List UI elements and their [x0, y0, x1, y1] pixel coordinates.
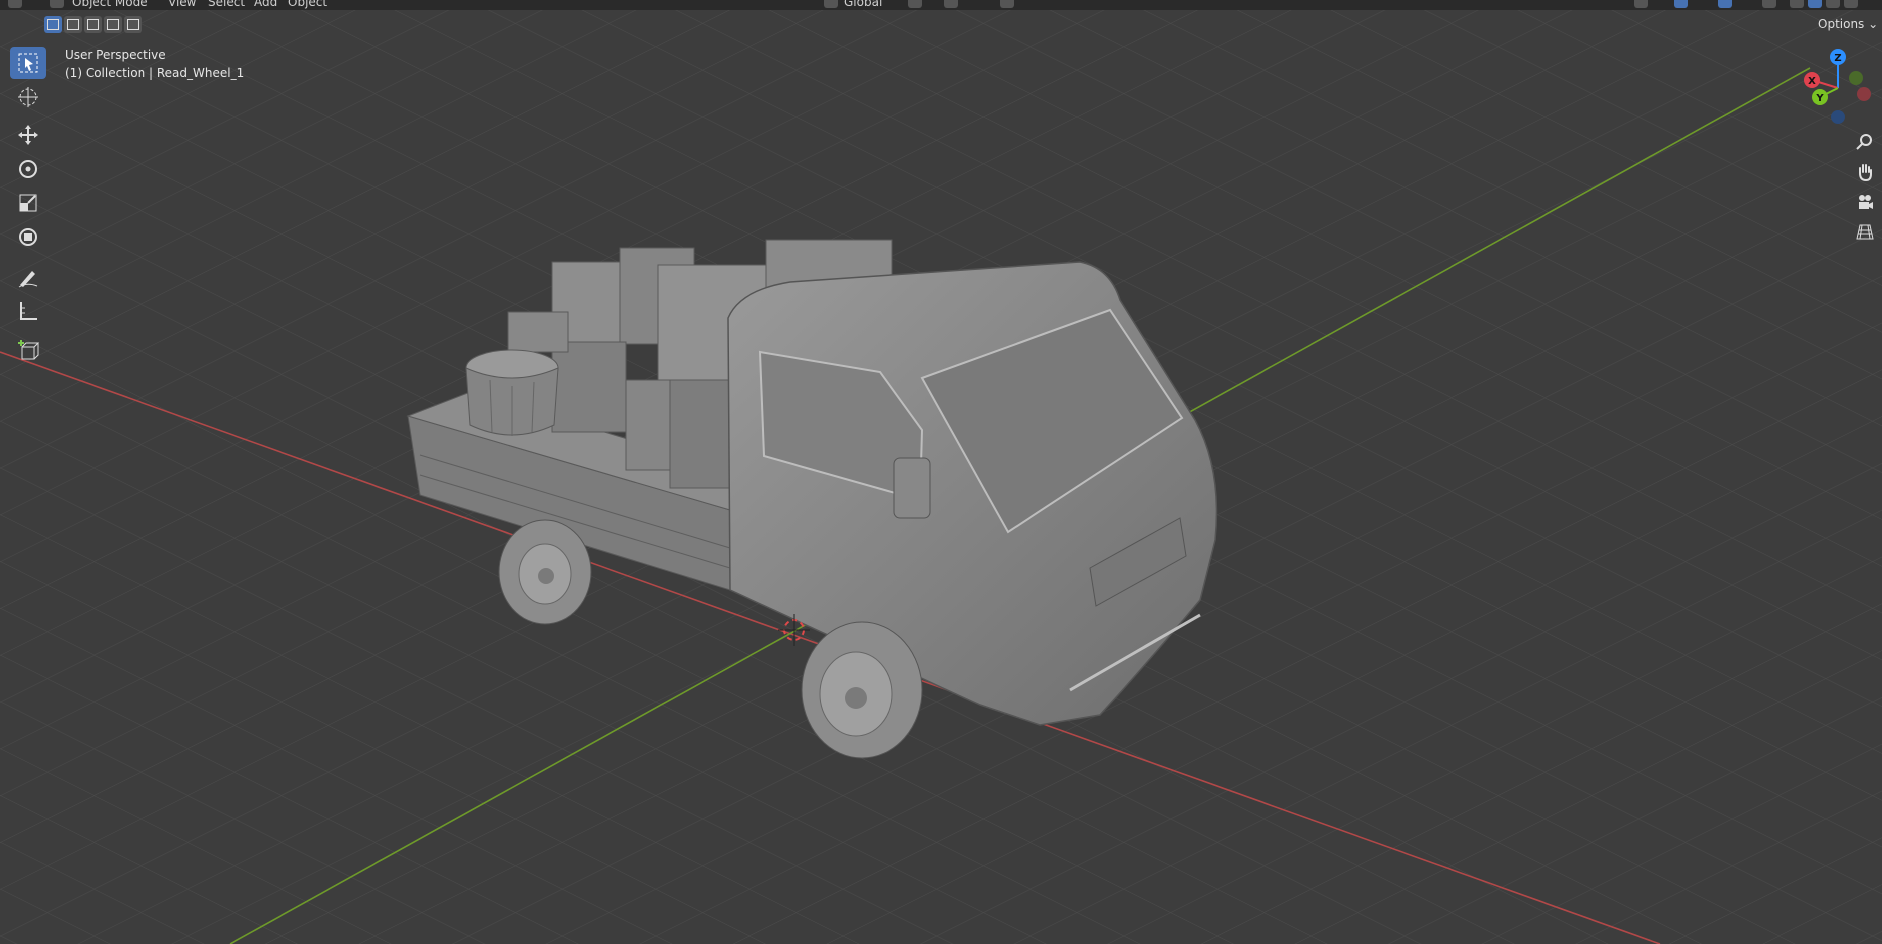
zoom-icon — [1856, 134, 1872, 150]
xray-icon[interactable] — [1762, 0, 1776, 8]
3d-viewport[interactable]: Z X Y — [0, 0, 1882, 944]
cursor-icon — [18, 87, 38, 107]
mode-icon — [50, 0, 64, 8]
pan-hand-icon — [1859, 164, 1872, 181]
select-box-icon — [18, 53, 38, 73]
collection-label: (1) Collection | Read_Wheel_1 — [65, 66, 245, 80]
measure-icon — [20, 302, 37, 320]
pivot-icon[interactable] — [908, 0, 922, 8]
rotate-tool[interactable] — [10, 153, 46, 185]
visibility-icon[interactable] — [1634, 0, 1648, 8]
shading-wireframe-icon[interactable] — [1790, 0, 1804, 8]
menu-object[interactable]: Object — [288, 0, 327, 9]
annotate-tool[interactable] — [10, 261, 46, 293]
options-dropdown[interactable]: Options ⌄ — [1818, 17, 1878, 31]
camera-icon — [1859, 195, 1873, 209]
scale-icon — [19, 194, 37, 212]
move-icon — [18, 125, 38, 145]
shading-solid-icon[interactable] — [1808, 0, 1822, 8]
viewport-header: Object Mode View Select Add Object Globa… — [0, 0, 1882, 10]
shading-material-icon[interactable] — [1826, 0, 1840, 8]
annotate-icon — [18, 271, 38, 288]
cursor-tool[interactable] — [10, 81, 46, 113]
pan-button[interactable] — [1853, 160, 1877, 184]
editor-type-icon[interactable] — [8, 0, 22, 8]
measure-tool[interactable] — [10, 295, 46, 327]
gizmo-toggle-icon[interactable] — [1674, 0, 1688, 8]
menu-view[interactable]: View — [168, 0, 196, 9]
gizmo-label-x: X — [1808, 76, 1816, 87]
select-subtract-icon[interactable] — [84, 16, 102, 33]
select-intersect-icon[interactable] — [124, 16, 142, 33]
scale-tool[interactable] — [10, 187, 46, 219]
menu-select[interactable]: Select — [208, 0, 245, 9]
mode-dropdown[interactable]: Object Mode — [72, 0, 148, 9]
snap-icon[interactable] — [944, 0, 958, 8]
menu-add[interactable]: Add — [254, 0, 277, 9]
camera-view-button[interactable] — [1853, 190, 1877, 214]
transform-tool[interactable] — [10, 221, 46, 253]
shading-rendered-icon[interactable] — [1844, 0, 1858, 8]
gizmo-label-z: Z — [1834, 53, 1841, 64]
viewport-canvas[interactable]: Z X Y — [0, 0, 1882, 944]
zoom-button[interactable] — [1853, 130, 1877, 154]
options-label: Options — [1818, 17, 1865, 31]
overlay-toggle-icon[interactable] — [1718, 0, 1732, 8]
viewport-info: User Perspective (1) Collection | Read_W… — [65, 46, 244, 82]
ortho-toggle-button[interactable] — [1853, 220, 1877, 244]
select-difference-icon[interactable] — [104, 16, 122, 33]
grid-view-icon — [1856, 224, 1874, 240]
select-new-icon[interactable] — [44, 16, 62, 33]
select-mode-buttons — [44, 16, 142, 33]
front-wheel — [801, 621, 923, 759]
add-cube-tool[interactable] — [10, 335, 46, 367]
select-extend-icon[interactable] — [64, 16, 82, 33]
rotate-icon — [19, 160, 37, 178]
gizmo-label-y: Y — [1815, 93, 1824, 104]
rear-wheel — [498, 519, 592, 625]
transform-orientation-dropdown[interactable]: Global — [844, 0, 882, 9]
move-tool[interactable] — [10, 119, 46, 151]
add-cube-icon — [18, 340, 40, 360]
select-box-tool[interactable] — [10, 47, 46, 79]
orientation-icon — [824, 0, 838, 8]
perspective-label: User Perspective — [65, 48, 166, 62]
transform-icon — [19, 228, 37, 246]
proportional-edit-icon[interactable] — [1000, 0, 1014, 8]
